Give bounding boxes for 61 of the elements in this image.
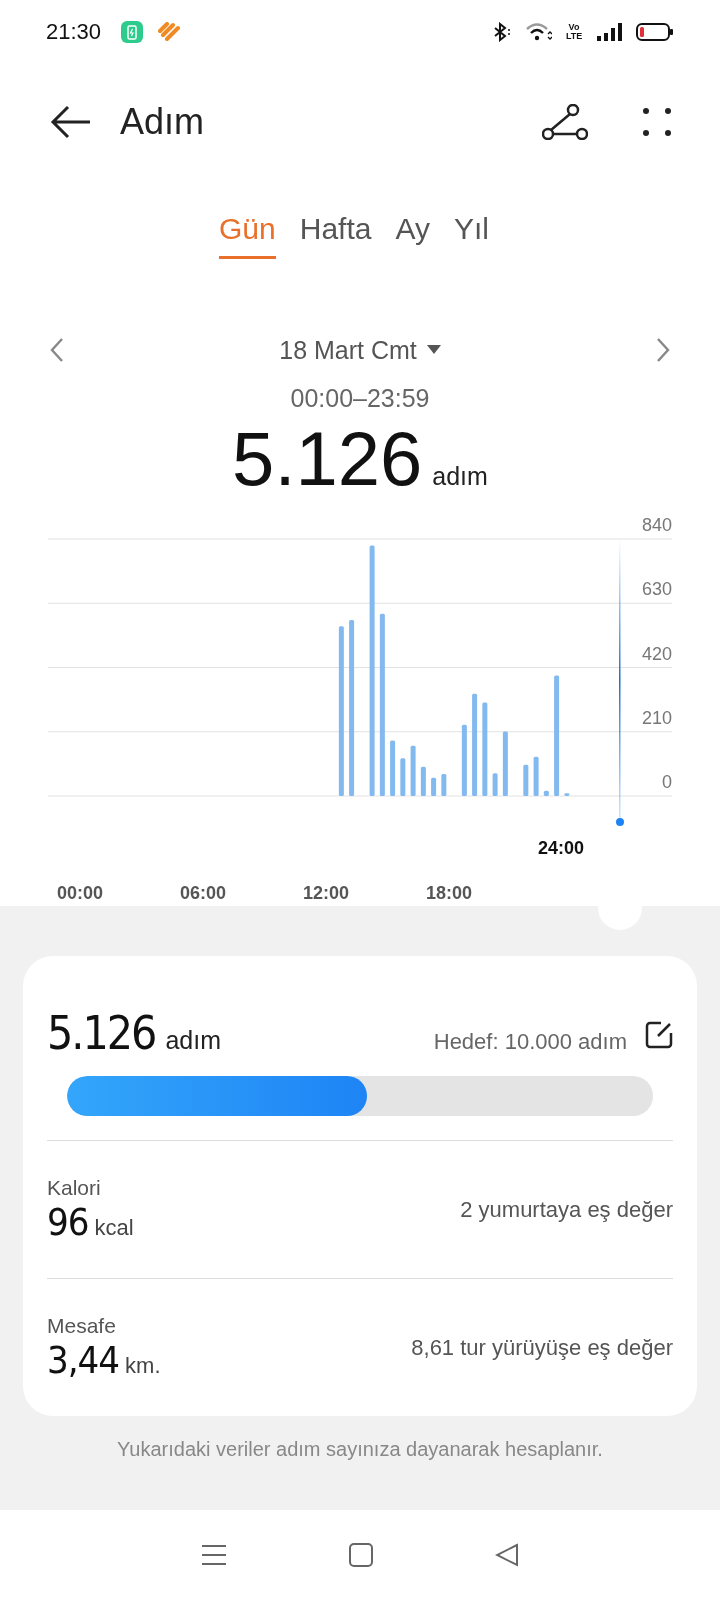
- signal-icon: [596, 22, 622, 42]
- equivalent-text: 8,61 tur yürüyüşe eş değer: [411, 1334, 673, 1361]
- wifi-icon: [526, 22, 552, 42]
- chart-bar: [461, 724, 467, 796]
- axis-label: 210: [641, 707, 672, 728]
- axis-label: 06:00: [180, 883, 226, 903]
- chart-bar: [431, 777, 437, 796]
- period-tab[interactable]: Yıl: [453, 212, 489, 259]
- dropdown-caret-icon: [426, 345, 441, 355]
- more-button[interactable]: [642, 107, 672, 137]
- axis-label: 420: [641, 643, 672, 664]
- heart-app-icon: [157, 22, 182, 42]
- battery-app-icon: [121, 21, 144, 43]
- period-tab[interactable]: Hafta: [299, 212, 372, 259]
- status-time: 21:30: [46, 19, 102, 45]
- time-range: 00:00–23:59: [289, 384, 431, 413]
- date-selector[interactable]: 18 Mart Cmt: [279, 335, 441, 365]
- axis-label: 0: [662, 772, 672, 792]
- page-title: Adım: [120, 101, 205, 143]
- volte-label: Vo LTE: [566, 23, 582, 41]
- goal-text: Hedef: 10.000 adım: [433, 1029, 627, 1055]
- stat-value: 3,44: [47, 1337, 120, 1382]
- chart-bar: [420, 766, 426, 796]
- chart-bar: [400, 758, 406, 796]
- stat-unit: kcal: [94, 1214, 134, 1241]
- cursor-time-label: 24:00: [538, 838, 584, 858]
- steps-value: 5.126: [47, 1006, 156, 1060]
- axis-label: 630: [641, 579, 672, 600]
- next-button[interactable]: [656, 337, 670, 363]
- steps-unit: adım: [165, 1026, 222, 1055]
- period-tab[interactable]: Ay: [395, 212, 430, 259]
- axis-label: 18:00: [426, 883, 472, 903]
- equivalent-text: 2 yumurtaya eş değer: [460, 1196, 673, 1223]
- chart-bar: [410, 745, 416, 796]
- chart-bar: [390, 740, 396, 796]
- footnote: Yukarıdaki veriler adım sayınıza dayanarak hesaplanır.: [117, 1438, 603, 1461]
- previous-button[interactable]: [50, 337, 64, 363]
- axis-label: 00:00: [57, 883, 103, 903]
- chart-bar: [502, 731, 508, 796]
- stat-label: Mesafe: [47, 1313, 117, 1338]
- chart-bar: [492, 773, 498, 796]
- stat-label: Kalori: [47, 1175, 102, 1200]
- chart-bar: [543, 790, 549, 796]
- share-button[interactable]: [542, 104, 588, 140]
- step-unit: adım: [432, 462, 488, 491]
- battery-icon: [636, 22, 674, 42]
- step-total: 5.126: [232, 415, 423, 502]
- back-button[interactable]: [50, 105, 92, 139]
- axis-label: 840: [641, 515, 672, 535]
- chart-bar: [441, 773, 447, 796]
- edit-button[interactable]: [645, 1021, 673, 1049]
- home-nav-button[interactable]: [349, 1543, 373, 1567]
- chart-bar: [564, 793, 570, 796]
- stat-unit: km.: [125, 1352, 161, 1379]
- axis-label: 12:00: [303, 883, 349, 903]
- chart-bar: [533, 756, 539, 796]
- back-nav-button[interactable]: [495, 1543, 519, 1567]
- menu-nav-button[interactable]: [201, 1544, 227, 1566]
- chart-bar: [523, 764, 529, 796]
- stat-value: 96: [47, 1199, 89, 1244]
- bluetooth-icon: [492, 22, 512, 42]
